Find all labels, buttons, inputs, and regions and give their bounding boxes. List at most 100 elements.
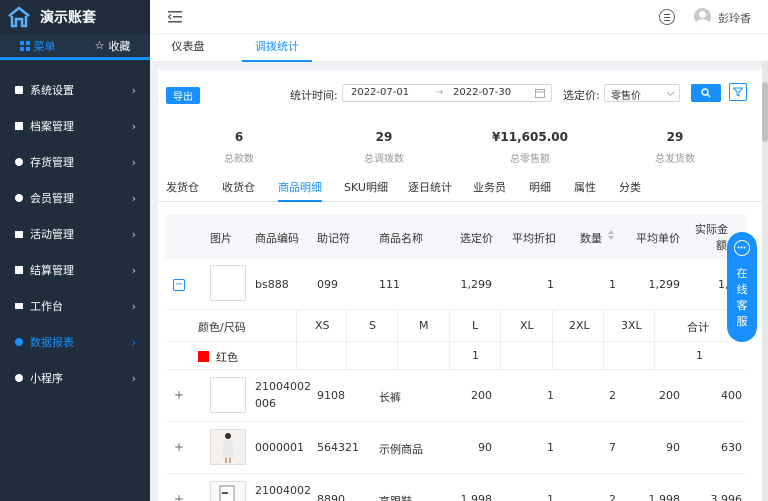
cell-avg-price: 90 — [666, 441, 680, 454]
subtab-product-detail[interactable]: 商品明细 — [278, 180, 322, 202]
cell-qty: 2 — [609, 389, 616, 402]
price-select-value: 零售价 — [611, 91, 641, 102]
archive-icon — [14, 121, 24, 131]
search-button[interactable] — [691, 84, 721, 102]
date-start[interactable]: 2022-07-01 — [351, 87, 409, 98]
online-service-button[interactable]: 在线客服 — [727, 232, 757, 342]
cell-avg-price: 200 — [659, 389, 680, 402]
cell-name: 长裤 — [379, 391, 401, 404]
expand-row-icon[interactable]: + — [174, 492, 184, 501]
cell-name: 高跟鞋 — [379, 493, 412, 501]
online-service-label: 在线客服 — [736, 267, 748, 328]
tab-transfer-stats[interactable]: 调拨统计 — [242, 34, 312, 62]
sidebar-tab-favorites[interactable]: ☆ 收藏 — [75, 34, 150, 57]
main-panel: 导出 统计时间: 2022-07-01 → 2022-07-30 选定价: 零售… — [158, 70, 762, 501]
sidebar-item-inventory[interactable]: 存货管理 › — [0, 144, 150, 180]
expand-row-icon[interactable]: + — [174, 440, 184, 454]
settings-icon — [14, 85, 24, 95]
stat-value: ¥11,605.00 — [492, 130, 568, 144]
chevron-right-icon: › — [131, 227, 136, 241]
stat-label: 总款数 — [224, 154, 254, 165]
col-2xl: 2XL — [569, 319, 590, 332]
col-qty[interactable]: 数量 — [580, 230, 602, 246]
sidebar-tab-menu[interactable]: 菜单 — [0, 34, 75, 57]
export-button[interactable]: 导出 — [166, 87, 200, 104]
cell-l-qty: 1 — [472, 349, 479, 362]
col-3xl: 3XL — [621, 319, 642, 332]
cell-avg-price: 1,998 — [648, 493, 681, 501]
username[interactable]: 彭玲香 — [718, 10, 751, 26]
avatar[interactable] — [694, 8, 711, 25]
scrollbar-thumb[interactable] — [762, 82, 768, 142]
chevron-right-icon: › — [131, 155, 136, 169]
cell-qty: 1 — [609, 278, 616, 291]
product-image — [210, 481, 246, 501]
subtab-category[interactable]: 分类 — [619, 180, 641, 202]
cell-code-line2: 006 — [255, 397, 276, 410]
date-end[interactable]: 2022-07-30 — [453, 87, 511, 98]
scrollbar[interactable] — [762, 62, 768, 501]
size-matrix-row: 红色 1 1 — [166, 342, 746, 370]
sidebar-item-activity[interactable]: 活动管理 › — [0, 216, 150, 252]
cell-mnemonic: 8890 — [317, 493, 345, 501]
expand-row-icon[interactable]: + — [174, 388, 184, 402]
table-row[interactable]: + 21004002 006 9108 长裤 200 1 2 200 400 — [166, 370, 746, 422]
cell-price: 90 — [478, 441, 492, 454]
col-code: 商品编码 — [255, 232, 299, 245]
stat-label: 总调拨数 — [364, 154, 404, 165]
sidebar-item-report[interactable]: 数据报表 › — [0, 324, 150, 360]
col-mnemonic: 助记符 — [317, 232, 350, 245]
sidebar-item-miniapp[interactable]: 小程序 › — [0, 360, 150, 396]
grid-icon — [19, 40, 30, 51]
sidebar-tab-label: 收藏 — [108, 39, 131, 53]
cell-price: 1,998 — [460, 493, 493, 501]
subtab-salesperson[interactable]: 业务员 — [473, 180, 506, 202]
sidebar-item-label: 结算管理 — [30, 264, 74, 277]
collapse-row-icon[interactable]: − — [173, 279, 185, 291]
subtab-receive-warehouse[interactable]: 收货仓 — [222, 180, 255, 202]
subtab-detail[interactable]: 明细 — [529, 180, 551, 202]
subtab-daily[interactable]: 逐日统计 — [408, 180, 452, 202]
subtab-ship-warehouse[interactable]: 发货仓 — [166, 180, 199, 202]
cell-qty: 7 — [609, 441, 616, 454]
stat-total-transfers: 29 总调拨数 — [324, 130, 444, 165]
sidebar-item-settings[interactable]: 系统设置 › — [0, 72, 150, 108]
chevron-right-icon: › — [131, 191, 136, 205]
stat-value: 29 — [375, 130, 393, 144]
sidebar-item-settlement[interactable]: 结算管理 › — [0, 252, 150, 288]
sidebar-item-archive[interactable]: 档案管理 › — [0, 108, 150, 144]
size-matrix-header: 颜色/尺码 XS S M L XL 2XL 3XL 合计 — [166, 310, 746, 342]
sidebar-item-member[interactable]: 会员管理 › — [0, 180, 150, 216]
cell-avg-price: 1,299 — [648, 278, 681, 291]
cell-total: 1 — [696, 349, 703, 362]
col-amount: 实际金 — [695, 223, 728, 236]
col-m: M — [419, 319, 429, 332]
table-row[interactable]: − bs888 099 111 1,299 1 1 1,299 1,2 — [166, 259, 746, 310]
chevron-right-icon: › — [131, 335, 136, 349]
date-range-picker[interactable]: 2022-07-01 → 2022-07-30 — [342, 84, 552, 102]
col-image: 图片 — [210, 232, 232, 245]
chat-icon — [734, 240, 750, 256]
sidebar-item-label: 档案管理 — [30, 120, 74, 133]
sidebar-item-label: 小程序 — [30, 372, 63, 385]
menu-circle-icon[interactable] — [659, 9, 675, 25]
stat-total-styles: 6 总款数 — [179, 130, 299, 165]
workbench-icon — [14, 301, 24, 311]
collapse-menu-icon[interactable] — [168, 11, 182, 23]
subtab-attribute[interactable]: 属性 — [574, 180, 596, 202]
table-row[interactable]: + 21004002 8890 高跟鞋 1,998 1 2 1,998 3,99… — [166, 474, 746, 501]
filter-button[interactable] — [729, 83, 747, 101]
table-row[interactable]: + 0000001 564321 示例商品 90 1 7 90 630 — [166, 422, 746, 474]
tab-dashboard[interactable]: 仪表盘 — [168, 34, 208, 62]
cell-price: 200 — [471, 389, 492, 402]
col-xl: XL — [520, 319, 534, 332]
filter-icon — [733, 87, 743, 97]
subtab-sku-detail[interactable]: SKU明细 — [344, 180, 388, 202]
sort-icon[interactable] — [608, 230, 614, 240]
price-select[interactable]: 零售价 — [604, 84, 680, 102]
activity-icon — [14, 229, 24, 239]
cell-code: bs888 — [255, 278, 289, 291]
logo: 演示账套 — [0, 0, 150, 34]
sidebar-item-workbench[interactable]: 工作台 › — [0, 288, 150, 324]
stat-label: 总零售额 — [510, 154, 550, 165]
